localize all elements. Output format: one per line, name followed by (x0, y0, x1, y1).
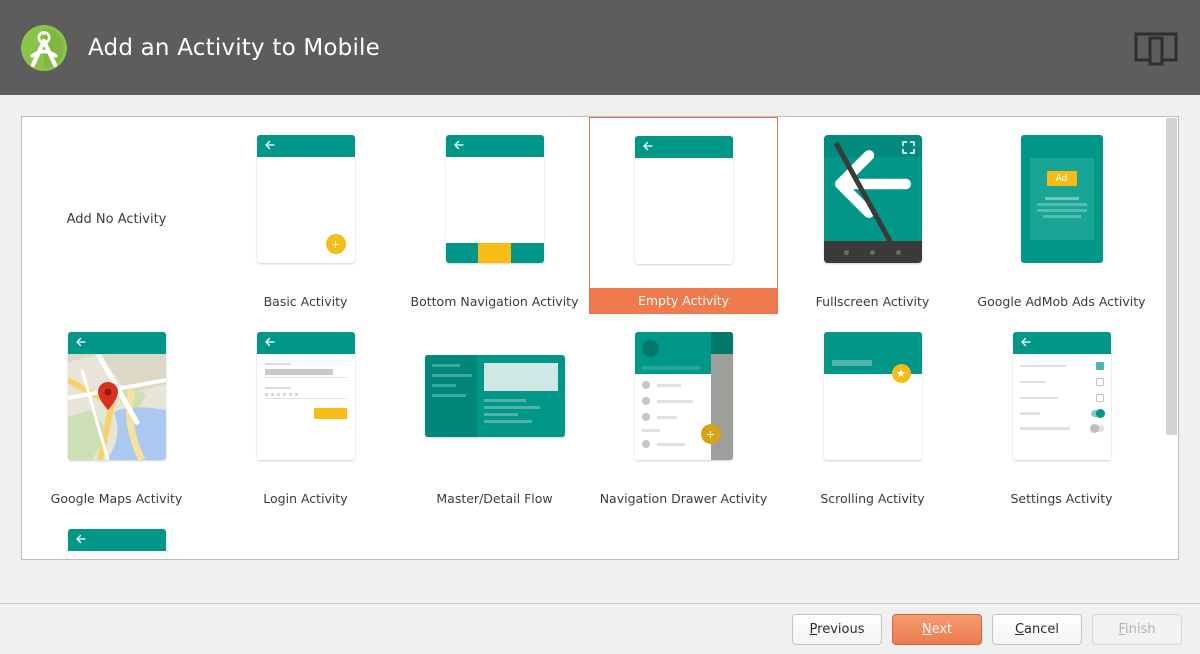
previous-mnemonic: P (809, 621, 818, 637)
fab-icon: + (700, 424, 721, 444)
app-bar (256, 332, 355, 354)
template-cell-navigation-drawer[interactable]: + Navigation Drawer Activity (589, 314, 778, 511)
thumb-scrolling-activity: ★ (823, 332, 922, 460)
drawer-scrim-appbar (710, 332, 733, 354)
template-thumbnail (400, 125, 589, 273)
fab-icon: + (325, 234, 346, 254)
template-thumbnail (211, 322, 400, 470)
template-cell-google-admob-ads[interactable]: Ad Google AdMob Ads Activity (967, 117, 1156, 314)
template-chooser-panel: Add No Activity + Basic Activity Bottom Nav… (0, 95, 1200, 603)
thumb-google-maps-activity (67, 332, 166, 460)
thumb-fullscreen-activity (823, 135, 922, 263)
template-label: Empty Activity (590, 288, 777, 313)
template-cell-fullscreen-activity[interactable]: Fullscreen Activity (778, 117, 967, 314)
dialog-footer: Previous Next Cancel Finish (0, 604, 1200, 654)
app-bar (67, 529, 166, 551)
template-label: Bottom Navigation Activity (410, 294, 579, 309)
template-label: Scrolling Activity (820, 491, 925, 506)
checkbox-icon (1095, 378, 1104, 386)
thumb-bottom-navigation (445, 135, 544, 263)
next-mnemonic: N (921, 621, 932, 637)
overflow-menu-icon (345, 140, 348, 153)
template-label: Google AdMob Ads Activity (977, 294, 1146, 309)
template-thumbnail (22, 322, 211, 470)
login-submit-swatch (313, 408, 347, 419)
thumb-navigation-drawer: + (634, 332, 733, 460)
template-label: Navigation Drawer Activity (599, 491, 768, 506)
template-label: Settings Activity (1010, 491, 1113, 506)
page-title: Add an Activity to Mobile (88, 34, 380, 61)
switch-off-icon (1089, 424, 1104, 433)
template-cell-basic-activity[interactable]: + Basic Activity (211, 117, 400, 314)
template-label: Master/Detail Flow (436, 491, 553, 506)
next-button[interactable]: Next (892, 613, 982, 645)
template-thumbnail (400, 322, 589, 470)
template-label: Basic Activity (263, 294, 348, 309)
overflow-menu-icon (1101, 337, 1104, 350)
thumb-basic-activity: + (256, 135, 355, 263)
switch-on-icon (1090, 409, 1105, 418)
template-grid: Add No Activity + Basic Activity Bottom Nav… (22, 117, 1157, 559)
scrollbar-thumb[interactable] (1166, 118, 1177, 435)
app-bar (634, 136, 733, 158)
thumb-master-detail-flow (424, 355, 565, 437)
template-cell-add-no-activity[interactable]: Add No Activity (22, 117, 211, 314)
template-thumbnail (590, 126, 777, 274)
cancel-button[interactable]: Cancel (992, 613, 1082, 645)
avatar (641, 340, 659, 357)
template-cell-login-activity[interactable]: Login Activity (211, 314, 400, 511)
mobile-device-icon (1134, 32, 1178, 66)
system-nav-bar (823, 241, 922, 263)
template-cell-empty-activity[interactable]: Empty Activity (589, 117, 778, 314)
template-thumbnail (967, 322, 1156, 470)
overflow-menu-icon (156, 534, 159, 547)
thumb-login-activity (256, 332, 355, 460)
previous-button[interactable]: Previous (792, 613, 882, 645)
template-cell-settings-activity[interactable]: Settings Activity (967, 314, 1156, 511)
thumb-empty-activity (634, 136, 733, 264)
template-scroll-area[interactable]: Add No Activity + Basic Activity Bottom Nav… (21, 116, 1179, 560)
previous-label-rest: revious (817, 621, 865, 637)
next-label-rest: ext (931, 621, 953, 637)
template-cell-partial-row-1[interactable]: + (22, 511, 211, 559)
template-cell-master-detail-flow[interactable]: Master/Detail Flow (400, 314, 589, 511)
template-label: Google Maps Activity (50, 491, 183, 506)
overflow-menu-icon (345, 337, 348, 350)
template-thumbnail (778, 125, 967, 273)
thumb-basic-activity: + (67, 529, 166, 559)
template-thumbnail: + (22, 519, 211, 559)
template-label: Add No Activity (66, 212, 167, 227)
app-bar (445, 135, 544, 157)
ad-badge: Ad (1046, 171, 1077, 186)
app-bar (1012, 332, 1111, 354)
dialog-header: Add an Activity to Mobile (0, 0, 1200, 95)
template-cell-google-maps-activity[interactable]: Google Maps Activity (22, 314, 211, 511)
fab-star-icon: ★ (891, 364, 911, 383)
template-cell-scrolling-activity[interactable]: ★ Scrolling Activity (778, 314, 967, 511)
template-cell-bottom-navigation[interactable]: Bottom Navigation Activity (400, 117, 589, 314)
template-thumbnail: + (211, 125, 400, 273)
finish-label-rest: inish (1125, 621, 1156, 637)
template-thumbnail: Ad (967, 125, 1156, 273)
cancel-label-rest: ancel (1024, 621, 1060, 637)
overflow-menu-icon (534, 140, 537, 153)
checkbox-icon (1095, 394, 1104, 402)
checkbox-checked-icon (1095, 362, 1104, 370)
thumb-admob-activity: Ad (1020, 135, 1103, 263)
thumb-settings-activity (1012, 332, 1111, 460)
android-studio-logo (21, 24, 67, 71)
app-bar (256, 135, 355, 157)
template-label: Fullscreen Activity (815, 294, 930, 309)
template-thumbnail: + (589, 322, 778, 470)
app-bar (67, 332, 166, 354)
overflow-menu-icon (156, 337, 159, 350)
bottom-nav-bar (445, 243, 544, 263)
template-label: Login Activity (263, 491, 348, 506)
cancel-mnemonic: C (1014, 621, 1025, 637)
finish-button: Finish (1092, 613, 1182, 645)
template-thumbnail: ★ (778, 322, 967, 470)
